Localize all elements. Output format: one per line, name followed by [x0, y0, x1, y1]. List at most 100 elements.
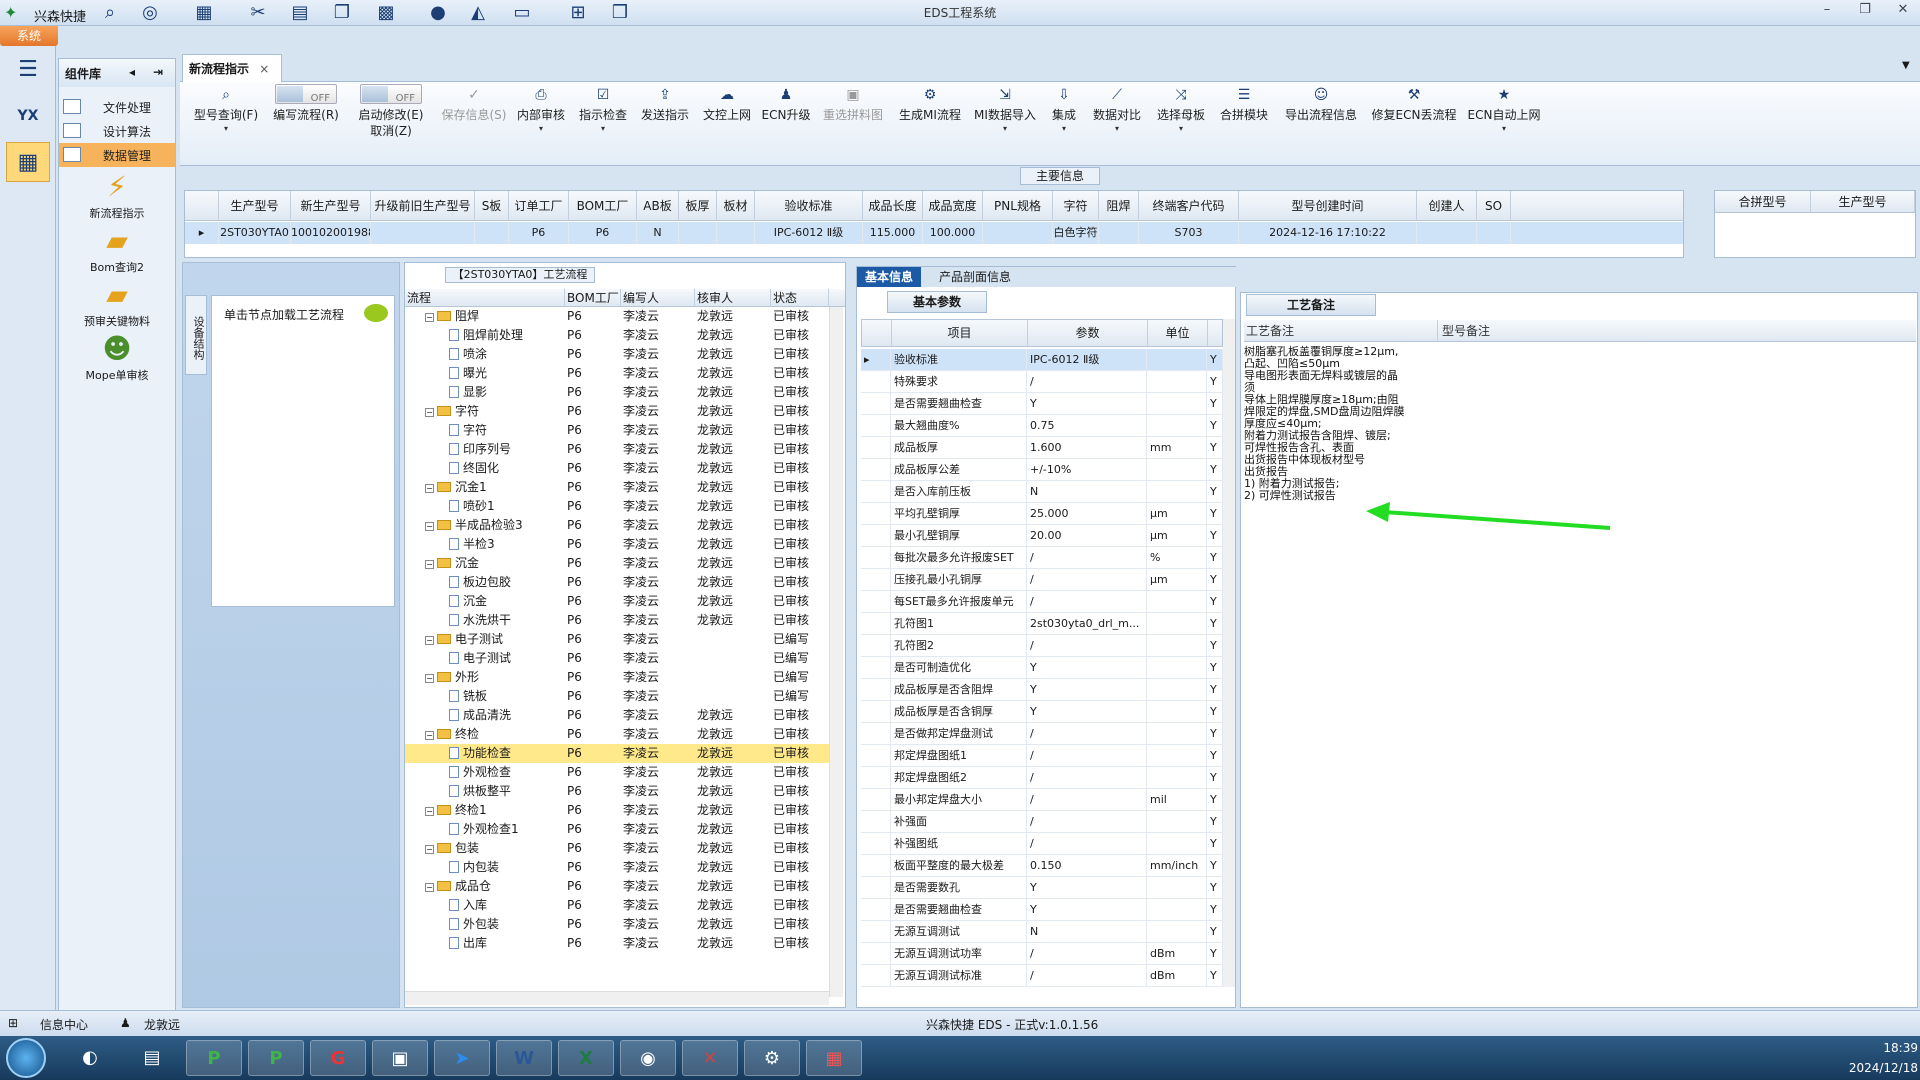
write-process-button[interactable]: OFF 编写流程(R): [266, 84, 346, 162]
collapse-icon[interactable]: −: [425, 731, 434, 740]
process-notes-text[interactable]: 树脂塞孔板盖覆铜厚度≥12μm, 凸起、凹陷≤50μm 导电图形表面无焊料或镀层的晶…: [1244, 346, 1424, 506]
column-header[interactable]: 字符: [1053, 191, 1099, 221]
tab-dropdown-icon[interactable]: ▼: [1902, 60, 1910, 71]
mi-import-button[interactable]: ⇲ MI数据导入 ▾: [970, 84, 1040, 162]
tree-row[interactable]: 曝光 P6 李凌云 龙敦远 已审核: [405, 364, 829, 383]
user-icon[interactable]: ●: [424, 2, 452, 24]
close-tab-icon[interactable]: ×: [259, 62, 269, 76]
column-header[interactable]: S板: [475, 191, 509, 221]
param-row[interactable]: 孔符图1 2st030yta0_drl_m... Y: [861, 613, 1223, 635]
tree-row[interactable]: 外包装 P6 李凌云 龙敦远 已审核: [405, 915, 829, 934]
instruction-check-button[interactable]: ☑ 指示检查 ▾: [574, 84, 632, 162]
tab-product-profile[interactable]: 产品剖面信息: [931, 267, 1019, 287]
param-row[interactable]: 是否做邦定焊盘测试 / Y: [861, 723, 1223, 745]
column-header[interactable]: 升级前旧生产型号: [371, 191, 475, 221]
excel-icon[interactable]: X: [558, 1040, 614, 1076]
chevron-left-icon[interactable]: ◂: [129, 65, 135, 79]
yx-logo-icon[interactable]: YX: [6, 96, 50, 136]
pin-icon[interactable]: ⇥: [153, 65, 163, 79]
collapse-icon[interactable]: −: [425, 484, 434, 493]
tree-row[interactable]: 外观检查1 P6 李凌云 龙敦远 已审核: [405, 820, 829, 839]
param-row[interactable]: 板面平整度的最大极差 0.150 mm/inch Y: [861, 855, 1223, 877]
tree-row[interactable]: 入库 P6 李凌云 龙敦远 已审核: [405, 896, 829, 915]
tree-row[interactable]: 阻焊前处理 P6 李凌云 龙敦远 已审核: [405, 326, 829, 345]
collapse-icon[interactable]: −: [425, 845, 434, 854]
app-red-icon[interactable]: G: [310, 1040, 366, 1076]
column-header[interactable]: PNL规格: [983, 191, 1053, 221]
windows-icon[interactable]: ⊞: [564, 2, 592, 24]
tree-row[interactable]: 喷涂 P6 李凌云 龙敦远 已审核: [405, 345, 829, 364]
process-scrollbar[interactable]: [829, 307, 843, 997]
reselect-layout-button[interactable]: ▣ 重选拼料图: [816, 84, 890, 162]
tree-row[interactable]: − 终检1 P6 李凌云 龙敦远 已审核: [405, 801, 829, 820]
param-row[interactable]: 孔符图2/ Y: [861, 635, 1223, 657]
table-icon[interactable]: ▦: [190, 2, 218, 24]
tree-row[interactable]: 出库 P6 李凌云 龙敦远 已审核: [405, 934, 829, 953]
notepad-icon[interactable]: ▤: [124, 1040, 180, 1076]
collapse-icon[interactable]: −: [425, 522, 434, 531]
column-header[interactable]: 阻焊: [1099, 191, 1139, 221]
tree-row[interactable]: 电子测试 P6 李凌云 已编写: [405, 649, 829, 668]
menu-icon[interactable]: ☰: [6, 50, 50, 90]
ecn-auto-online-button[interactable]: ★ ECN自动上网 ▾: [1464, 84, 1544, 162]
param-row[interactable]: 每SET最多允许报废单元 / Y: [861, 591, 1223, 613]
column-header[interactable]: 状态: [771, 289, 829, 307]
tree-row[interactable]: 功能检查 P6 李凌云 龙敦远 已审核: [405, 744, 829, 763]
param-row[interactable]: 邦定焊盘图纸1/ Y: [861, 745, 1223, 767]
tree-row[interactable]: 喷砂1 P6 李凌云 龙敦远 已审核: [405, 497, 829, 516]
param-row[interactable]: 成品板厚公差 +/-10% Y: [861, 459, 1223, 481]
collapse-icon[interactable]: −: [425, 807, 434, 816]
param-row[interactable]: 平均孔壁铜厚 25.000 μm Y: [861, 503, 1223, 525]
generate-mi-button[interactable]: ⚙ 生成MI流程: [894, 84, 966, 162]
app-p2-icon[interactable]: P: [248, 1040, 304, 1076]
tree-row[interactable]: − 半成品检验3 P6 李凌云 龙敦远 已审核: [405, 516, 829, 535]
param-row[interactable]: 特殊要求 / Y: [861, 371, 1223, 393]
column-header[interactable]: 型号创建时间: [1239, 191, 1417, 221]
basic-scrollbar[interactable]: [1223, 319, 1235, 987]
copy-icon[interactable]: ❐: [328, 2, 356, 24]
tree-row[interactable]: − 成品仓 P6 李凌云 龙敦远 已审核: [405, 877, 829, 896]
column-header[interactable]: BOM工厂: [569, 191, 637, 221]
column-header[interactable]: 项目: [892, 320, 1028, 346]
data-compare-button[interactable]: ⟋ 数据对比 ▾: [1086, 84, 1148, 162]
tool-new-process[interactable]: ⚡ 新流程指示: [59, 169, 175, 221]
column-header[interactable]: SO: [1477, 191, 1511, 221]
start-button-icon[interactable]: [6, 1038, 46, 1078]
network-app-icon[interactable]: ⚙: [744, 1040, 800, 1076]
param-row[interactable]: 无源互调测试标准 / dBm Y: [861, 965, 1223, 987]
shell-app-icon[interactable]: ◐: [62, 1040, 118, 1076]
app-p-icon[interactable]: P: [186, 1040, 242, 1076]
tree-row[interactable]: 字符 P6 李凌云 龙敦远 已审核: [405, 421, 829, 440]
column-header[interactable]: 成品宽度: [923, 191, 983, 221]
column-header[interactable]: 核审人: [695, 289, 771, 307]
tool-mope-review[interactable]: ☻ Mope单审核: [59, 331, 175, 383]
param-row[interactable]: 最小孔壁铜厚 20.00 μm Y: [861, 525, 1223, 547]
param-row[interactable]: 最小邦定焊盘大小 / mil Y: [861, 789, 1223, 811]
collapse-icon[interactable]: −: [425, 560, 434, 569]
merge-module-button[interactable]: ☰ 合拼模块: [1214, 84, 1274, 162]
save-info-button[interactable]: ✓ 保存信息(S): [436, 84, 512, 162]
component-item-algorithm[interactable]: 设计算法: [59, 119, 175, 143]
repair-ecn-button[interactable]: ⚒ 修复ECN丢流程: [1368, 84, 1460, 162]
grid-icon[interactable]: ▤: [286, 2, 314, 24]
chart-icon[interactable]: ◭: [464, 2, 492, 24]
tree-row[interactable]: − 阻焊 P6 李凌云 龙敦远 已审核: [405, 307, 829, 326]
param-row[interactable]: 是否入库前压板 N Y: [861, 481, 1223, 503]
component-item-file[interactable]: 文件处理: [59, 95, 175, 119]
tree-row[interactable]: 板边包胶 P6 李凌云 龙敦远 已审核: [405, 573, 829, 592]
save-disk-icon[interactable]: ▣: [372, 1040, 428, 1076]
column-header[interactable]: 流程: [405, 289, 565, 307]
column-header[interactable]: 终端客户代码: [1139, 191, 1239, 221]
doc-control-button[interactable]: ☁ 文控上网: [698, 84, 756, 162]
tab-basic-info[interactable]: 基本信息: [857, 267, 922, 287]
scissors-icon[interactable]: ✂: [244, 2, 272, 24]
grid-apps-icon[interactable]: ⊞: [8, 1016, 18, 1030]
start-modify-toggle[interactable]: OFF: [360, 84, 422, 104]
param-row[interactable]: 成品板厚是否含阻焊 Y Y: [861, 679, 1223, 701]
tab-new-process[interactable]: 新流程指示 ×: [182, 54, 282, 82]
tool-bom-query[interactable]: ▰ Bom查询2: [59, 223, 175, 275]
column-header[interactable]: BOM工厂: [565, 289, 621, 307]
column-header[interactable]: 创建人: [1417, 191, 1477, 221]
tab-basic-params[interactable]: 基本参数: [887, 291, 987, 313]
feishu-icon[interactable]: ➤: [434, 1040, 490, 1076]
